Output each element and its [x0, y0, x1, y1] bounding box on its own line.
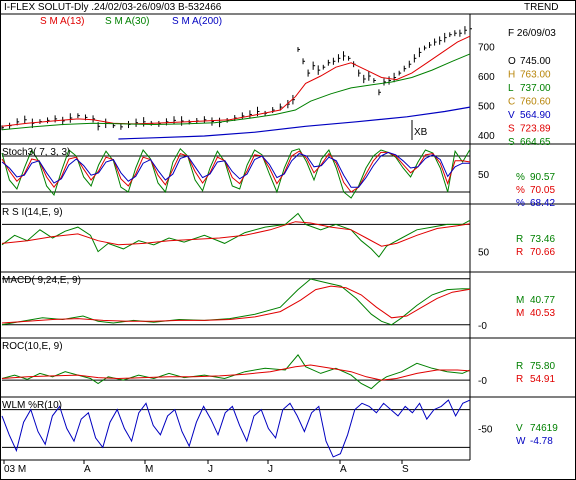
roc-value-key: R: [516, 374, 523, 385]
x-tick-label: 03 M: [4, 464, 26, 475]
macd-y-tick-label: -0: [478, 321, 487, 332]
roc-legend-label: ROC(10,E, 9): [2, 341, 63, 352]
wlm-value-label: -4.78: [530, 436, 553, 447]
price-y-tick-label: 600: [478, 72, 495, 83]
rsi-value-key: R: [516, 234, 523, 245]
ohlc-key-label: L: [508, 83, 514, 94]
macd-value-key: M: [516, 295, 524, 306]
plot-area: [1, 24, 472, 458]
rsi-value-key: R: [516, 247, 523, 258]
ohlc-key-label: S: [508, 124, 515, 135]
rsi-green-line: [1, 212, 471, 258]
sma13-line: [1, 35, 471, 127]
trend-label: TREND: [524, 2, 559, 13]
legend-sma13: S M A(13): [40, 16, 84, 27]
rsi-value-label: 70.66: [530, 247, 555, 258]
wlm-value-label: 74619: [530, 423, 558, 434]
x-tick-label: J: [208, 464, 213, 475]
ohlc-key-label: V: [508, 110, 515, 121]
macd-value-label: 40.53: [530, 308, 555, 319]
ohlc-key-label: H: [508, 70, 515, 81]
stoch-value-label: 90.57: [530, 172, 555, 183]
x-tick-label: A: [340, 464, 347, 475]
roc-value-key: R: [516, 361, 523, 372]
macd-value-label: 40.77: [530, 295, 555, 306]
x-tick-label: S: [402, 464, 409, 475]
stoch-y-tick-label: 50: [478, 170, 490, 181]
price-date-label: F 26/09/03: [508, 28, 556, 39]
ohlc-key-label: C: [508, 97, 515, 108]
rsi-y-tick-label: 50: [478, 248, 490, 259]
ohlc-value-label: 760.60: [520, 97, 551, 108]
ohlc-value-label: 745.00: [520, 56, 551, 67]
ohlc-value-label: 737.00: [520, 83, 551, 94]
roc-green-line: [1, 354, 471, 390]
wlm-y-tick-label: -50: [478, 425, 493, 436]
x-tick-label: A: [84, 464, 91, 475]
roc-value-label: 75.80: [530, 361, 555, 372]
ohlc-value-label: 664.65: [520, 137, 551, 148]
ohlc-value-label: 564.90: [520, 110, 551, 121]
ohlc-key-label: S: [508, 137, 515, 148]
price-y-tick-label: 500: [478, 102, 495, 113]
price-y-tick-label: 400: [478, 131, 495, 142]
rsi-red-line: [1, 221, 471, 247]
stoch-value-label: 70.05: [530, 185, 555, 196]
stoch-value-key: %: [516, 198, 525, 209]
price-y-tick-label: 700: [478, 43, 495, 54]
ohlc-value-label: 723.89: [520, 124, 551, 135]
stoch-value-key: %: [516, 172, 525, 183]
ohlc-key-label: O: [508, 56, 516, 67]
x-tick-label: J: [268, 464, 273, 475]
rsi-value-label: 73.46: [530, 234, 555, 245]
stoch-value-key: %: [516, 185, 525, 196]
x-tick-label: M: [145, 464, 153, 475]
williams-r-line: [1, 399, 471, 458]
chart-title: I-FLEX SOLUT-Dly .24/02/03-26/09/03 B-53…: [4, 2, 222, 13]
stoch-legend-label: Stoch3( 7, 3, 3): [2, 147, 70, 158]
wlm-legend-label: WLM %R(10): [2, 400, 62, 411]
wlm-value-key: W: [516, 436, 526, 447]
stock-chart: 700 600 500 400 S M A(13) S M A(30) S M A(200)…: [0, 0, 576, 480]
legend-sma30: S M A(30): [105, 16, 149, 27]
label-area: 700 600 500 400 S M A(13) S M A(30) S M A(200)…: [2, 16, 558, 475]
macd-value-key: M: [516, 308, 524, 319]
roc-y-tick-label: -0: [478, 376, 487, 387]
ohlc-value-label: 763.00: [520, 70, 551, 81]
macd-legend-label: MACD( 9,24,E, 9): [2, 275, 81, 286]
wlm-value-key: V: [516, 423, 523, 434]
stoch-value-label: 68.42: [530, 198, 555, 209]
xb-marker-label: XB: [414, 127, 428, 138]
roc-value-label: 54.91: [530, 374, 555, 385]
stoch-d-line: [1, 150, 471, 193]
rsi-legend-label: R S I(14,E, 9): [2, 207, 63, 218]
stoch-slow-line: [1, 151, 470, 188]
legend-sma200: S M A(200): [172, 16, 222, 27]
